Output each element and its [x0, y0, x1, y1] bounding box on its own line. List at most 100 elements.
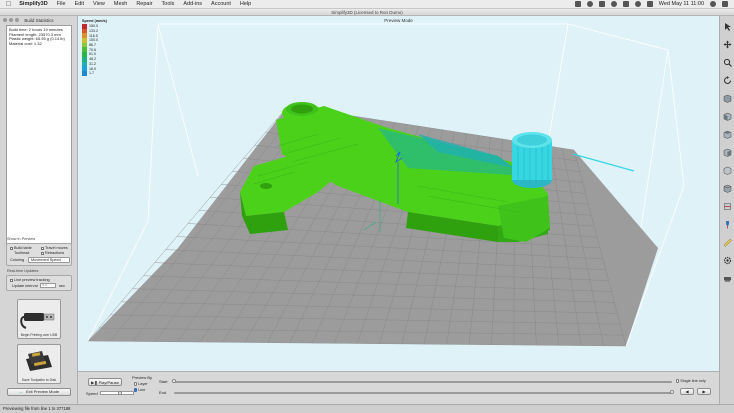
- retractions-checkbox[interactable]: Retractions: [41, 251, 64, 255]
- coloring-select[interactable]: Movement Speed: [28, 257, 70, 263]
- menu-view[interactable]: View: [93, 1, 105, 7]
- step-back-button[interactable]: ◀: [680, 388, 694, 395]
- exit-preview-mode-label: Exit Preview Mode: [25, 389, 60, 394]
- menu-edit[interactable]: Edit: [75, 1, 84, 7]
- nozzle-tool-button[interactable]: [723, 220, 732, 229]
- legend-entry: 1.7: [82, 70, 107, 76]
- update-interval-input[interactable]: 5.0: [40, 283, 56, 288]
- menu-help[interactable]: Help: [240, 1, 251, 7]
- save-toolpaths-caption: Save Toolpaths to Disk: [21, 378, 57, 382]
- legend-value: 86.7: [89, 43, 96, 48]
- zoom-tool-button[interactable]: [723, 58, 732, 67]
- menubar-clock[interactable]: Wed May 11 11:00: [659, 1, 704, 7]
- move-tool-button[interactable]: [723, 40, 732, 49]
- right-view-tool-button[interactable]: [723, 166, 732, 175]
- view-toolbar: [719, 16, 734, 404]
- legend-value: 48.2: [89, 57, 96, 62]
- show-in-preview-label: Show in Preview: [7, 237, 36, 241]
- menu-tools[interactable]: Tools: [162, 1, 175, 7]
- right-view-icon: [723, 166, 732, 175]
- preview-by-layer-radio[interactable]: Layer: [134, 382, 148, 386]
- menu-repair[interactable]: Repair: [136, 1, 152, 7]
- preview-scene[interactable]: [78, 16, 719, 371]
- single-line-only-checkbox[interactable]: Single line only: [676, 379, 706, 383]
- bed-icon: [724, 277, 731, 282]
- front-view-icon: [723, 112, 732, 121]
- stat-material-cost: Material cost: 1.32: [9, 40, 42, 46]
- build-table-checkbox[interactable]: Build table: [10, 246, 32, 250]
- play-pause-button[interactable]: ▶❚ Play/Pause: [88, 378, 122, 386]
- zoom-icon: [723, 58, 732, 67]
- toolhead-checkbox[interactable]: Toolhead: [14, 251, 29, 255]
- save-toolpaths-button[interactable]: Save Toolpaths to Disk: [17, 344, 61, 384]
- update-interval-unit: sec: [59, 284, 65, 288]
- iso-view-tool-button[interactable]: [723, 184, 732, 193]
- legend-value: 133.2: [89, 29, 98, 34]
- usb-cable-icon: [20, 313, 55, 329]
- speed-slider-knob[interactable]: [118, 391, 122, 395]
- notification-center-icon[interactable]: [722, 1, 728, 7]
- wifi-icon[interactable]: [634, 1, 641, 7]
- window-title: Simplify3D (Licensed to Ron Dumo): [0, 9, 734, 16]
- legend-value: 31.2: [89, 61, 96, 66]
- top-view-tool-button[interactable]: [723, 130, 732, 139]
- preview-viewport[interactable]: Preview Mode Speed (mm/s) 150.0 133.2 116.…: [78, 16, 719, 371]
- top-view-icon: [723, 130, 732, 139]
- build-statistics-title: Build Statistics: [24, 18, 54, 23]
- end-label: End: [159, 390, 167, 395]
- realtime-updates-label: Real-time Updates: [7, 269, 39, 273]
- begin-printing-usb-button[interactable]: Begin Printing over USB: [17, 299, 61, 339]
- sync-icon[interactable]: [586, 1, 593, 7]
- iso-view-icon: [723, 184, 732, 193]
- sd-card-icon: [26, 351, 52, 371]
- line-preview-tracking-checkbox[interactable]: Line preview tracking: [10, 278, 50, 282]
- nozzle-icon: [726, 221, 729, 229]
- preview-by-line-radio[interactable]: Line: [134, 388, 145, 392]
- exit-preview-mode-button[interactable]: ← Exit Preview Mode: [7, 388, 71, 396]
- status-bar: Previewing file from line 1 to 377188: [0, 404, 734, 413]
- end-slider-knob[interactable]: [670, 390, 674, 394]
- rotate-tool-button[interactable]: [723, 76, 732, 85]
- legend-value: 61.0: [89, 52, 96, 57]
- legend-swatch: [82, 70, 87, 76]
- cube-view-tool-button[interactable]: [723, 94, 732, 103]
- apple-menu-icon[interactable]: : [6, 0, 11, 9]
- start-slider-knob[interactable]: [172, 379, 176, 383]
- battery-icon[interactable]: [622, 1, 629, 7]
- shield-icon[interactable]: [598, 1, 605, 7]
- speed-slider[interactable]: [100, 391, 134, 395]
- legend-value: 18.0: [89, 66, 96, 71]
- play-icon: ▶❚: [91, 379, 98, 385]
- side-view-tool-button[interactable]: [723, 148, 732, 157]
- clock-icon[interactable]: [610, 1, 617, 7]
- volume-icon[interactable]: [646, 1, 653, 7]
- realtime-updates-group: Line preview tracking Update interval 5.…: [6, 275, 72, 291]
- back-arrow-icon: ←: [18, 389, 24, 395]
- app-menu[interactable]: Simplify3D: [19, 1, 47, 7]
- cube-view-icon: [723, 94, 732, 103]
- end-slider-track[interactable]: [174, 392, 672, 394]
- step-forward-button[interactable]: ▶: [697, 388, 711, 395]
- dropbox-icon[interactable]: [574, 1, 581, 7]
- bed-tool-button[interactable]: [723, 274, 732, 283]
- front-view-tool-button[interactable]: [723, 112, 732, 121]
- start-slider-track[interactable]: [174, 381, 672, 383]
- travel-moves-checkbox[interactable]: Travel moves: [41, 246, 68, 250]
- legend-value: 1.7: [89, 71, 94, 76]
- cross-section-tool-button[interactable]: [723, 202, 732, 211]
- menu-add-ins[interactable]: Add-ins: [183, 1, 202, 7]
- legend-value: 150.0: [89, 24, 98, 29]
- cursor-tool-button[interactable]: [723, 22, 732, 31]
- menu-mesh[interactable]: Mesh: [114, 1, 127, 7]
- settings-icon: [723, 256, 732, 265]
- move-icon: [723, 40, 732, 49]
- menu-file[interactable]: File: [57, 1, 66, 7]
- measure-tool-button[interactable]: [723, 238, 732, 247]
- spotlight-search-icon[interactable]: [710, 1, 716, 7]
- measure-icon: [723, 238, 732, 247]
- menu-account[interactable]: Account: [211, 1, 231, 7]
- speed-legend: Speed (mm/s) 150.0 133.2 116.5 100.0 86.7 70.…: [82, 19, 107, 76]
- legend-value: 116.5: [89, 33, 98, 38]
- side-view-icon: [723, 148, 732, 157]
- settings-tool-button[interactable]: [723, 256, 732, 265]
